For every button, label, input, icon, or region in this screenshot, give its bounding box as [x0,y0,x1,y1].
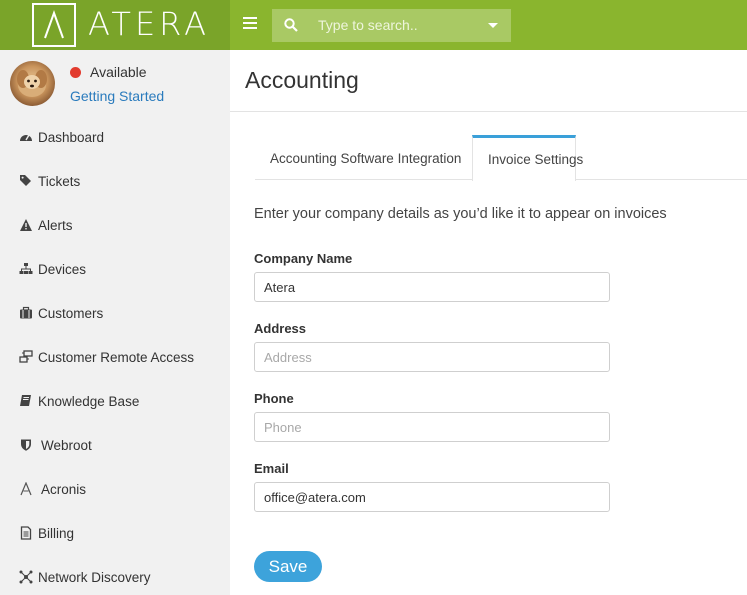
page-title: Accounting [245,67,359,93]
remote-access-icon [18,350,33,365]
dashboard-icon [18,130,33,145]
sitemap-icon [18,262,33,277]
sidebar-item-alerts[interactable]: Alerts [0,208,230,242]
sidebar-item-label: Network Discovery [38,569,151,585]
network-icon [18,570,33,585]
sidebar-item-label: Customer Remote Access [38,349,195,365]
search-icon [284,18,298,32]
search-input[interactable] [318,9,478,42]
sidebar-item-label: Customers [38,305,104,321]
tab-accounting-software-integration[interactable]: Accounting Software Integration [255,135,476,180]
sidebar: Available Getting Started Dashboard Tick… [0,50,230,595]
sidebar-item-label: Billing [38,525,75,541]
status-indicator [70,67,81,78]
warning-icon [18,218,33,233]
sidebar-item-customer-remote-access[interactable]: Customer Remote Access [0,340,230,374]
sidebar-item-billing[interactable]: Billing [0,516,230,550]
save-button[interactable]: Save [254,551,322,582]
status-text: Available [90,64,147,80]
menu-toggle-icon[interactable] [243,17,257,31]
sidebar-item-label: Webroot [41,437,92,453]
sidebar-item-network-discovery[interactable]: Network Discovery [0,560,230,594]
sidebar-item-knowledge-base[interactable]: Knowledge Base [0,384,230,418]
email-label: Email [254,461,289,476]
sidebar-item-webroot[interactable]: Webroot [0,428,230,462]
sidebar-item-acronis[interactable]: Acronis [0,472,230,506]
book-icon [18,394,33,409]
sidebar-item-dashboard[interactable]: Dashboard [0,120,230,154]
sidebar-item-tickets[interactable]: Tickets [0,164,230,198]
search-box[interactable] [272,9,511,42]
tab-invoice-settings[interactable]: Invoice Settings [472,135,583,181]
document-icon [18,526,33,541]
acronis-icon [18,482,33,497]
sidebar-item-label: Devices [38,261,87,277]
shield-icon [18,438,33,453]
address-field[interactable] [254,342,610,372]
company-name-label: Company Name [254,251,353,266]
company-name-field[interactable] [254,272,610,302]
atera-logo-icon [32,3,76,47]
briefcase-icon [18,306,33,321]
chevron-down-icon[interactable] [488,23,498,28]
tab-bar: Accounting Software Integration Invoice … [255,135,747,181]
tags-icon [18,174,33,189]
sidebar-item-label: Alerts [38,217,73,233]
phone-label: Phone [254,391,294,406]
brand-name: ATERA [88,5,210,43]
phone-field[interactable] [254,412,610,442]
getting-started-link[interactable]: Getting Started [70,88,164,104]
sidebar-item-label: Acronis [41,481,87,497]
sidebar-item-label: Knowledge Base [38,393,140,409]
sidebar-item-label: Tickets [38,173,81,189]
page-header: Accounting [230,50,747,112]
sidebar-item-label: Dashboard [38,129,105,145]
address-label: Address [254,321,307,336]
logo-area[interactable]: ATERA [0,0,230,50]
sidebar-item-devices[interactable]: Devices [0,252,230,286]
email-field[interactable] [254,482,610,512]
avatar[interactable] [10,61,55,106]
sidebar-item-customers[interactable]: Customers [0,296,230,330]
form-intro-text: Enter your company details as you’d like… [254,206,667,222]
top-bar: ATERA [0,0,747,50]
